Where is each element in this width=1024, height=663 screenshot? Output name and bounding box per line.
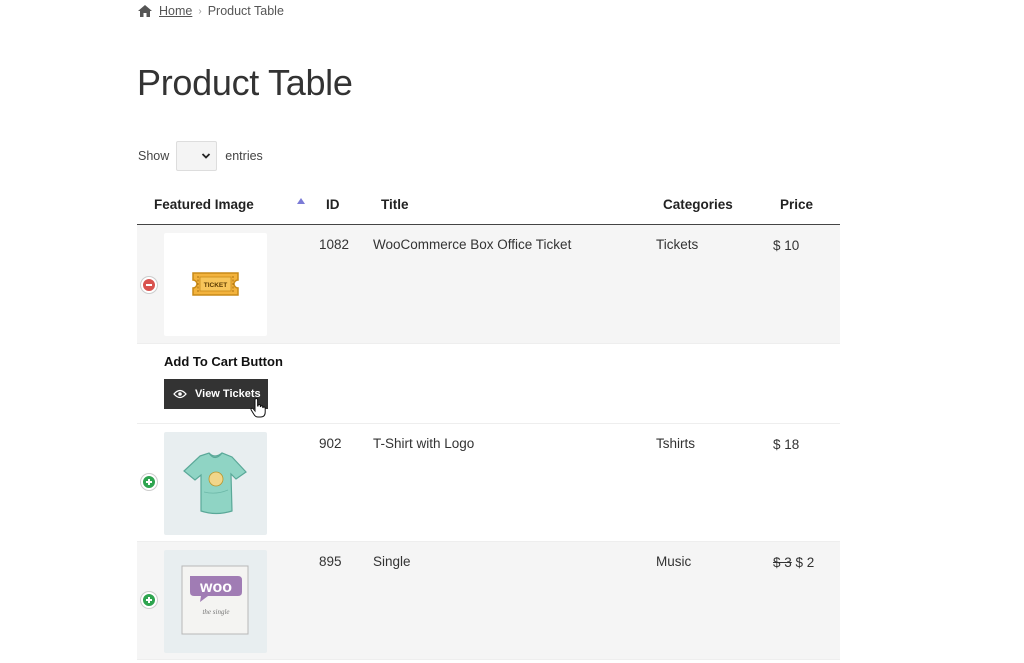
cell-title-link[interactable]: Single: [373, 554, 411, 569]
product-image[interactable]: [164, 432, 267, 535]
show-entries: Show entries: [138, 141, 263, 171]
entries-select[interactable]: [176, 141, 218, 171]
column-header-id[interactable]: ID: [326, 197, 340, 212]
breadcrumb-current: Product Table: [207, 4, 284, 18]
breadcrumb: Home › Product Table: [138, 4, 284, 18]
ticket-icon: TICKET: [192, 272, 239, 296]
table-row: TICKET 1082 WooCommerce Box Office Ticke…: [137, 225, 840, 344]
cell-title-link[interactable]: WooCommerce Box Office Ticket: [373, 237, 571, 252]
chevron-down-icon: [202, 153, 211, 159]
column-header-title[interactable]: Title: [381, 197, 409, 212]
cell-id: 895: [319, 554, 342, 569]
album-cover-icon: woo the single: [181, 565, 249, 635]
album-cover-logo-text: woo: [199, 579, 232, 596]
cell-price: $ 10: [773, 238, 800, 253]
expand-row-icon[interactable]: [141, 474, 157, 490]
column-header-price[interactable]: Price: [780, 197, 813, 212]
tshirt-icon: [183, 452, 247, 515]
page: Home › Product Table Product Table Show …: [0, 0, 1024, 663]
product-image[interactable]: woo the single: [164, 550, 267, 653]
album-cover-subtext: the single: [202, 608, 229, 616]
show-label: Show: [138, 149, 170, 163]
product-image[interactable]: TICKET: [164, 233, 267, 336]
add-to-cart-label: Add To Cart Button: [164, 354, 283, 369]
product-table: Featured Image ID Title Categories Price…: [137, 185, 840, 660]
collapse-row-icon[interactable]: [141, 277, 157, 293]
cell-id: 902: [319, 436, 342, 451]
expand-row-icon[interactable]: [141, 592, 157, 608]
cell-price: $ 18: [773, 437, 800, 452]
breadcrumb-home-link[interactable]: Home: [159, 4, 192, 18]
cell-category: Tickets: [656, 237, 699, 252]
ticket-image-text: TICKET: [204, 282, 228, 289]
row-details: Add To Cart Button View Tickets: [137, 344, 840, 424]
hand-cursor-icon: [250, 398, 266, 418]
sort-ascending-icon[interactable]: [297, 198, 305, 204]
cell-title-link[interactable]: T-Shirt with Logo: [373, 436, 474, 451]
home-icon: [138, 5, 152, 17]
cell-id: 1082: [319, 237, 350, 252]
column-header-categories[interactable]: Categories: [663, 197, 733, 212]
table-header: Featured Image ID Title Categories Price: [137, 185, 840, 225]
cell-category: Music: [656, 554, 692, 569]
column-header-featured-image[interactable]: Featured Image: [154, 197, 254, 212]
cell-price: $ 3 $ 2: [773, 555, 814, 570]
entries-label: entries: [225, 149, 263, 163]
price-regular: $ 3: [773, 555, 792, 570]
eye-icon: [173, 389, 187, 399]
breadcrumb-separator-icon: ›: [198, 5, 202, 17]
cell-category: Tshirts: [656, 436, 696, 451]
price-sale: $ 2: [795, 555, 815, 570]
table-row: 902 T-Shirt with Logo Tshirts $ 18: [137, 424, 840, 542]
page-title: Product Table: [137, 62, 353, 103]
table-row: woo the single 895 Single Music $ 3 $ 2: [137, 542, 840, 660]
